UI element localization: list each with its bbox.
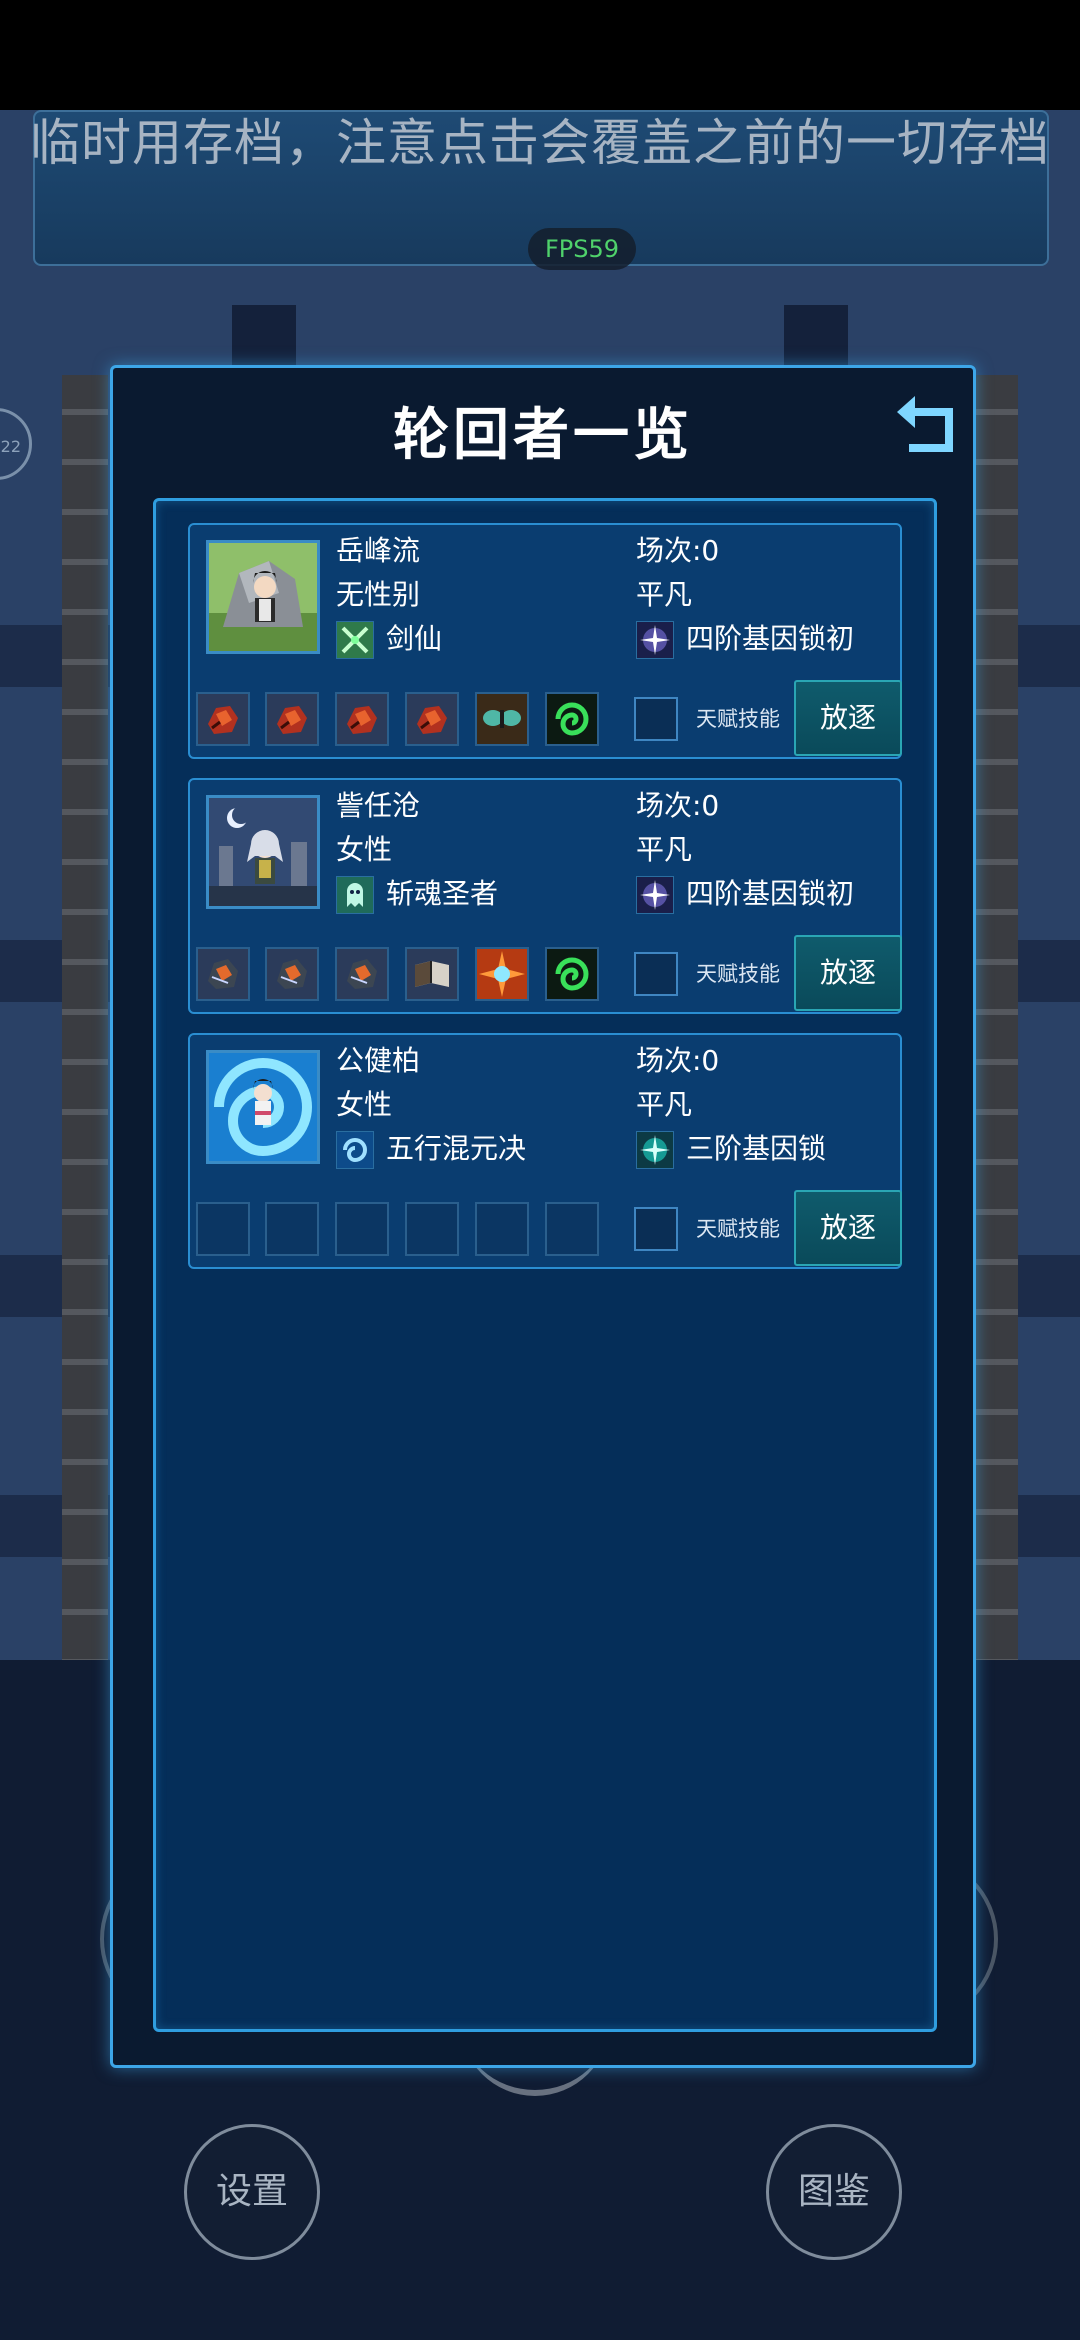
back-arrow-icon — [897, 396, 953, 452]
exile-button[interactable]: 放逐 — [794, 1190, 902, 1266]
blue-swirl-icon — [336, 1131, 374, 1169]
empty-item-slot[interactable] — [335, 1202, 389, 1256]
dialog-title: 轮回者一览 — [393, 403, 693, 468]
red-ore-icon — [198, 694, 248, 744]
character-grade: 平凡 — [636, 578, 693, 611]
background-post — [784, 305, 848, 365]
character-gene-lock: 四阶基因锁初 — [686, 622, 855, 655]
character-skill: 斩魂圣者 — [386, 877, 499, 910]
red-ore-icon — [407, 694, 457, 744]
white-star-burst-icon — [636, 876, 674, 914]
empty-item-slot[interactable] — [545, 1202, 599, 1256]
item-slot[interactable] — [265, 947, 319, 1001]
empty-item-slot[interactable] — [265, 1202, 319, 1256]
background-post — [232, 305, 296, 365]
exile-button[interactable]: 放逐 — [794, 680, 902, 756]
talent-skill-slot[interactable] — [634, 697, 678, 741]
character-card[interactable]: 公健柏女性五行混元决 场次:0 平凡三阶基因锁天赋技能 放逐 — [188, 1033, 902, 1269]
character-portrait[interactable] — [206, 795, 320, 909]
red-ore-icon — [267, 694, 317, 744]
item-slot[interactable] — [475, 947, 529, 1001]
item-slot[interactable] — [405, 947, 459, 1001]
character-gender: 女性 — [336, 833, 393, 866]
character-name: 岳峰流 — [336, 534, 421, 567]
item-slot[interactable] — [405, 692, 459, 746]
book-icon — [407, 949, 457, 999]
character-gender: 女性 — [336, 1088, 393, 1121]
character-card[interactable]: 岳峰流无性别剑仙 场次:0 平凡四阶基因锁初天赋技能 放逐 — [188, 523, 902, 759]
character-skill: 五行混元决 — [386, 1132, 527, 1165]
save-banner-text: 临时用存档，注意点击会覆盖之前的一切存档 — [30, 114, 1050, 172]
green-vortex-icon — [547, 694, 597, 744]
fps-counter: FPS59 — [528, 228, 636, 270]
green-vortex-icon — [547, 949, 597, 999]
character-rounds: 场次:0 — [636, 534, 720, 567]
character-gene-lock: 三阶基因锁 — [686, 1132, 827, 1165]
character-grade: 平凡 — [636, 833, 693, 866]
left-wall — [62, 375, 108, 1660]
item-slot[interactable] — [475, 692, 529, 746]
dark-ore-icon — [267, 949, 317, 999]
empty-item-slot[interactable] — [405, 1202, 459, 1256]
character-portrait[interactable] — [206, 540, 320, 654]
exile-button[interactable]: 放逐 — [794, 935, 902, 1011]
item-slot[interactable] — [196, 947, 250, 1001]
character-name: 訾任沧 — [336, 789, 421, 822]
item-slot[interactable] — [545, 947, 599, 1001]
status-bar — [0, 0, 1080, 110]
teal-star-burst-icon — [636, 1131, 674, 1169]
talent-skill-slot[interactable] — [634, 952, 678, 996]
character-portrait[interactable] — [206, 1050, 320, 1164]
white-star-burst-icon — [636, 621, 674, 659]
crossed-swords-icon — [336, 621, 374, 659]
settings-button[interactable]: 设置 — [184, 2124, 320, 2260]
item-slot[interactable] — [335, 947, 389, 1001]
character-rounds: 场次:0 — [636, 789, 720, 822]
right-wall — [972, 375, 1018, 1660]
character-card[interactable]: 訾任沧女性斩魂圣者 场次:0 平凡四阶基因锁初天赋技能 放逐 — [188, 778, 902, 1014]
back-button[interactable] — [891, 386, 963, 458]
talent-skill-label: 天赋技能 — [696, 707, 780, 731]
red-ore-icon — [337, 694, 387, 744]
ghost-icon — [336, 876, 374, 914]
character-skill: 剑仙 — [386, 622, 443, 655]
dark-ore-icon — [198, 949, 248, 999]
talent-skill-label: 天赋技能 — [696, 1217, 780, 1241]
empty-item-slot[interactable] — [196, 1202, 250, 1256]
item-slot[interactable] — [335, 692, 389, 746]
moth-icon — [477, 694, 527, 744]
character-gene-lock: 四阶基因锁初 — [686, 877, 855, 910]
talent-skill-label: 天赋技能 — [696, 962, 780, 986]
dark-ore-icon — [337, 949, 387, 999]
empty-item-slot[interactable] — [475, 1202, 529, 1256]
item-slot[interactable] — [265, 692, 319, 746]
codex-button[interactable]: 图鉴 — [766, 2124, 902, 2260]
character-grade: 平凡 — [636, 1088, 693, 1121]
character-rounds: 场次:0 — [636, 1044, 720, 1077]
character-list: 岳峰流 无性别 剑仙 场次:0 平凡 四阶基因锁初 天赋技能 放逐 訾任沧 女性 斩魂圣者 场次:0 平… — [153, 498, 937, 2032]
item-slot[interactable] — [545, 692, 599, 746]
orange-burst-icon — [477, 949, 527, 999]
talent-skill-slot[interactable] — [634, 1207, 678, 1251]
item-slot[interactable] — [196, 692, 250, 746]
character-gender: 无性别 — [336, 578, 421, 611]
character-name: 公健柏 — [336, 1044, 421, 1077]
reincarnator-dialog: 轮回者一览 岳峰流 无性别 剑仙 场次:0 平凡 四阶基因锁初 天赋技能 放逐 訾任沧 女性 斩魂圣… — [110, 365, 976, 2068]
